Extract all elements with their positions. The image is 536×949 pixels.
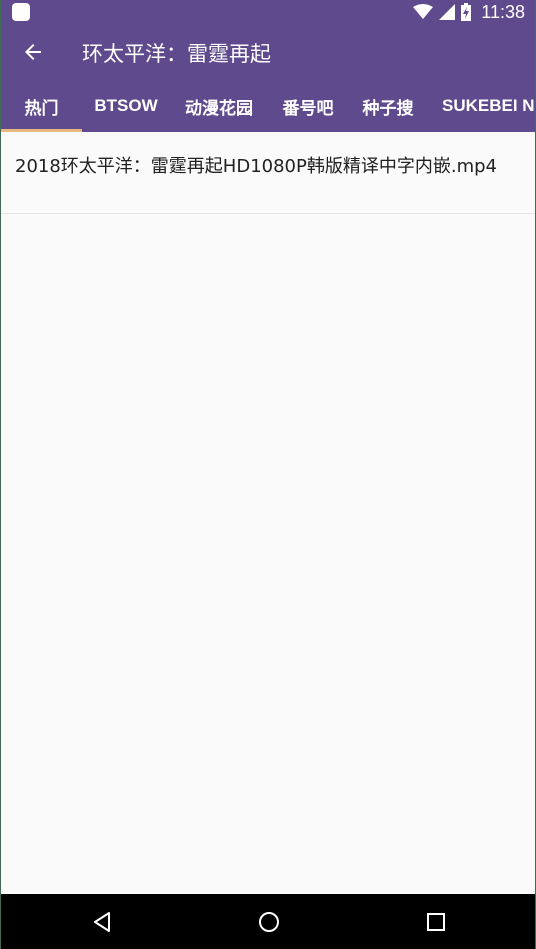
app-bar: 环太平洋：雷霆再起: [1, 24, 535, 80]
battery-charging-icon: [461, 3, 472, 21]
back-triangle-icon: [94, 912, 110, 932]
home-circle-icon: [259, 912, 279, 932]
wifi-icon: [413, 4, 434, 19]
list-item[interactable]: 2018环太平洋：雷霆再起HD1080P韩版精译中字内嵌.mp4: [1, 132, 535, 214]
status-bar: 11:38: [1, 0, 535, 24]
tab-sukebei-nyaa[interactable]: SUKEBEI NYAA: [428, 80, 535, 132]
system-nav-bar: [1, 894, 535, 949]
nav-home-button[interactable]: [251, 904, 287, 940]
tab-zhongzisou[interactable]: 种子搜: [348, 80, 428, 132]
status-icons: 11:38: [413, 0, 525, 24]
tab-btsow[interactable]: BTSOW: [82, 80, 170, 132]
results-list: 2018环太平洋：雷霆再起HD1080P韩版精译中字内嵌.mp4: [1, 132, 535, 894]
page-title: 环太平洋：雷霆再起: [82, 42, 271, 66]
source-tabs: 热门 BTSOW 动漫花园 番号吧 种子搜 SUKEBEI NYAA: [1, 80, 535, 132]
clock: 11:38: [481, 1, 525, 22]
arrow-back-icon: [25, 44, 41, 60]
nav-back-button[interactable]: [84, 904, 120, 940]
nav-recents-button[interactable]: [418, 904, 454, 940]
tab-hot[interactable]: 热门: [1, 80, 82, 132]
result-title: 2018环太平洋：雷霆再起HD1080P韩版精译中字内嵌.mp4: [15, 156, 497, 177]
app-notification-icon: [12, 3, 30, 21]
tab-dmhy[interactable]: 动漫花园: [170, 80, 268, 132]
recents-square-icon: [427, 913, 445, 931]
tab-fanhaoba[interactable]: 番号吧: [268, 80, 348, 132]
back-button[interactable]: [15, 34, 51, 70]
cell-signal-icon: [439, 4, 456, 20]
